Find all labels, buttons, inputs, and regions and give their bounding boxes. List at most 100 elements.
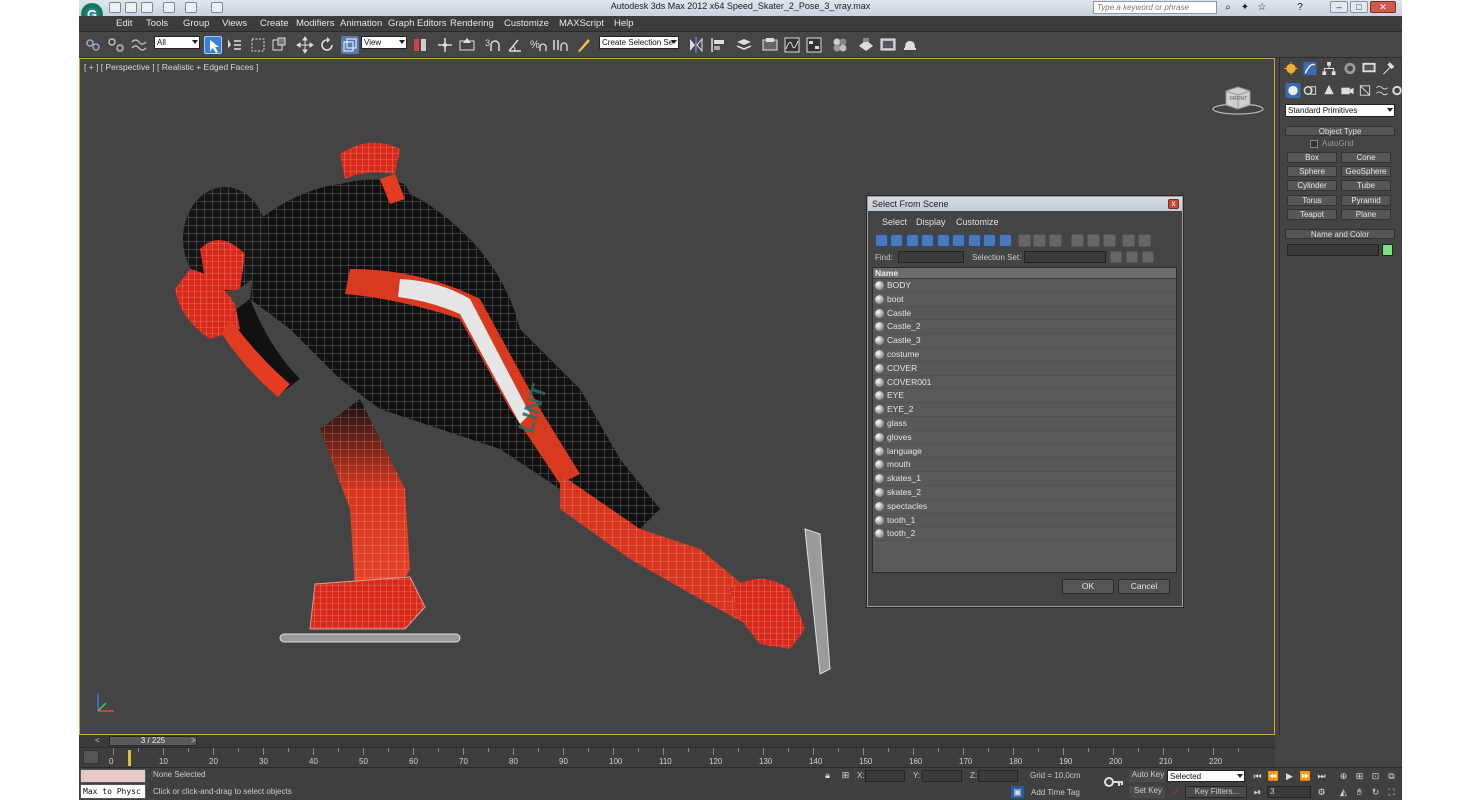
- edit-named-selection-icon[interactable]: [575, 36, 593, 54]
- name-column-header[interactable]: Name: [873, 268, 1176, 279]
- shapes-category-icon[interactable]: [1302, 83, 1318, 98]
- open-file-icon[interactable]: [125, 2, 137, 13]
- material-editor-icon[interactable]: [831, 36, 849, 54]
- display-all-icon[interactable]: [1018, 234, 1031, 247]
- redo-icon[interactable]: [185, 2, 197, 13]
- rendered-frame-window-icon[interactable]: [879, 36, 897, 54]
- display-bones-icon[interactable]: [999, 234, 1012, 247]
- zoom-icon[interactable]: ⊕: [1337, 770, 1350, 782]
- graphite-modeling-tools-icon[interactable]: [761, 36, 779, 54]
- time-slider-handle[interactable]: 3 / 225: [109, 736, 197, 746]
- key-mode-dropdown[interactable]: Selected: [1167, 770, 1245, 782]
- previous-frame-icon[interactable]: ⏪: [1267, 770, 1280, 782]
- favorites-star-icon[interactable]: ☆: [1256, 2, 1268, 13]
- set-key-icon[interactable]: [1103, 774, 1125, 790]
- y-coordinate-input[interactable]: [922, 770, 962, 782]
- list-item[interactable]: BODY: [873, 279, 1176, 293]
- space-warps-category-icon[interactable]: [1374, 83, 1390, 98]
- selection-set-dropdown[interactable]: [1024, 251, 1106, 263]
- list-item[interactable]: Castle_3: [873, 334, 1176, 348]
- list-item[interactable]: mouth: [873, 458, 1176, 473]
- dialog-menu-select[interactable]: Select: [882, 217, 907, 227]
- help-icon[interactable]: ?: [1294, 2, 1306, 13]
- go-to-start-icon[interactable]: ⏮: [1251, 770, 1264, 782]
- binoculars-icon[interactable]: ⌕: [1222, 2, 1234, 13]
- menu-help[interactable]: Help: [614, 18, 634, 29]
- field-of-view-icon[interactable]: ◭: [1337, 786, 1350, 798]
- torus-button[interactable]: Torus: [1287, 195, 1337, 206]
- menu-rendering[interactable]: Rendering: [450, 18, 494, 29]
- helpers-category-icon[interactable]: [1357, 83, 1373, 98]
- modify-tab-icon[interactable]: [1302, 61, 1318, 76]
- hierarchy-tab-icon[interactable]: [1321, 61, 1337, 76]
- tree-view-icon[interactable]: [1087, 234, 1100, 247]
- menu-maxscript[interactable]: MAXScript: [559, 18, 604, 29]
- hierarchy-view-icon[interactable]: [1103, 234, 1116, 247]
- cancel-button[interactable]: Cancel: [1118, 579, 1170, 594]
- key-filters-button[interactable]: Key Filters...: [1185, 786, 1247, 798]
- object-list[interactable]: Name BODY boot Castle Castle_2 Castle_3 …: [872, 267, 1177, 573]
- sphere-button[interactable]: Sphere: [1287, 166, 1337, 177]
- geometry-category-icon[interactable]: [1285, 83, 1301, 98]
- maximize-viewport-icon[interactable]: ⛶: [1385, 786, 1398, 798]
- list-item[interactable]: EYE_2: [873, 403, 1176, 417]
- autogrid-checkbox[interactable]: [1310, 140, 1318, 148]
- list-item[interactable]: spectacles: [873, 500, 1176, 514]
- key-mode-toggle-icon[interactable]: ⏯: [1251, 786, 1264, 798]
- selection-filter-dropdown[interactable]: All: [154, 36, 200, 49]
- maxscript-output[interactable]: Max to Physc: [80, 784, 146, 799]
- display-shapes-icon[interactable]: [890, 234, 903, 247]
- dialog-menu-display[interactable]: Display: [916, 217, 946, 227]
- menu-tools[interactable]: Tools: [146, 18, 168, 29]
- time-slider-prev[interactable]: <: [95, 736, 100, 745]
- time-slider-bar[interactable]: < 3 / 225 >: [79, 735, 1275, 747]
- menu-create[interactable]: Create: [260, 18, 289, 29]
- zoom-all-icon[interactable]: ⊞: [1353, 770, 1366, 782]
- menu-group[interactable]: Group: [183, 18, 209, 29]
- selection-lock-icon[interactable]: 🔒︎: [821, 769, 834, 781]
- display-helpers-icon[interactable]: [937, 234, 950, 247]
- current-frame-input[interactable]: 3: [1267, 786, 1311, 798]
- pyramid-button[interactable]: Pyramid: [1341, 195, 1391, 206]
- play-icon[interactable]: ▶: [1283, 770, 1296, 782]
- display-tab-icon[interactable]: [1361, 61, 1377, 76]
- list-view-icon[interactable]: [1071, 234, 1084, 247]
- display-geometry-icon[interactable]: [875, 234, 888, 247]
- box-button[interactable]: Box: [1287, 152, 1337, 163]
- add-time-tag[interactable]: Add Time Tag: [1031, 788, 1080, 797]
- display-cameras-icon[interactable]: [921, 234, 934, 247]
- dialog-menu-customize[interactable]: Customize: [956, 217, 999, 227]
- object-color-swatch[interactable]: [1382, 244, 1393, 256]
- advanced-filter-icon[interactable]: [1138, 234, 1151, 247]
- zoom-extents-all-icon[interactable]: ⧉: [1385, 770, 1398, 782]
- list-item[interactable]: boot: [873, 293, 1176, 307]
- primitive-category-dropdown[interactable]: Standard Primitives: [1285, 104, 1395, 117]
- list-item[interactable]: language: [873, 445, 1176, 459]
- window-crossing-icon[interactable]: [270, 36, 288, 54]
- select-by-name-icon[interactable]: [225, 36, 243, 54]
- unlink-selection-icon[interactable]: [107, 36, 125, 54]
- rectangular-selection-icon[interactable]: [249, 36, 267, 54]
- time-configuration-icon[interactable]: ⚙: [1315, 786, 1328, 798]
- geosphere-button[interactable]: GeoSphere: [1341, 166, 1391, 177]
- zoom-extents-icon[interactable]: ⊡: [1369, 770, 1382, 782]
- list-item[interactable]: costume: [873, 348, 1176, 362]
- save-file-icon[interactable]: [141, 2, 153, 13]
- list-item[interactable]: tooth_2: [873, 527, 1176, 542]
- minimize-button[interactable]: –: [1330, 1, 1348, 13]
- delete-set-icon[interactable]: [1142, 251, 1154, 263]
- project-folder-icon[interactable]: [211, 2, 223, 13]
- mini-curve-editor-icon[interactable]: [83, 750, 99, 764]
- select-set-icon[interactable]: [1110, 251, 1122, 263]
- curve-editor-icon[interactable]: [783, 36, 801, 54]
- list-item[interactable]: COVER001: [873, 376, 1176, 390]
- reference-coordinate-dropdown[interactable]: View: [361, 36, 407, 49]
- time-slider-next[interactable]: >: [191, 736, 196, 745]
- list-item[interactable]: Castle: [873, 307, 1176, 321]
- render-setup-icon[interactable]: [857, 36, 875, 54]
- scale-icon[interactable]: [341, 36, 359, 54]
- absolute-mode-icon[interactable]: ⊞: [839, 769, 852, 781]
- move-icon[interactable]: [296, 36, 314, 54]
- schematic-view-icon[interactable]: [805, 36, 823, 54]
- list-item[interactable]: skates_1: [873, 472, 1176, 486]
